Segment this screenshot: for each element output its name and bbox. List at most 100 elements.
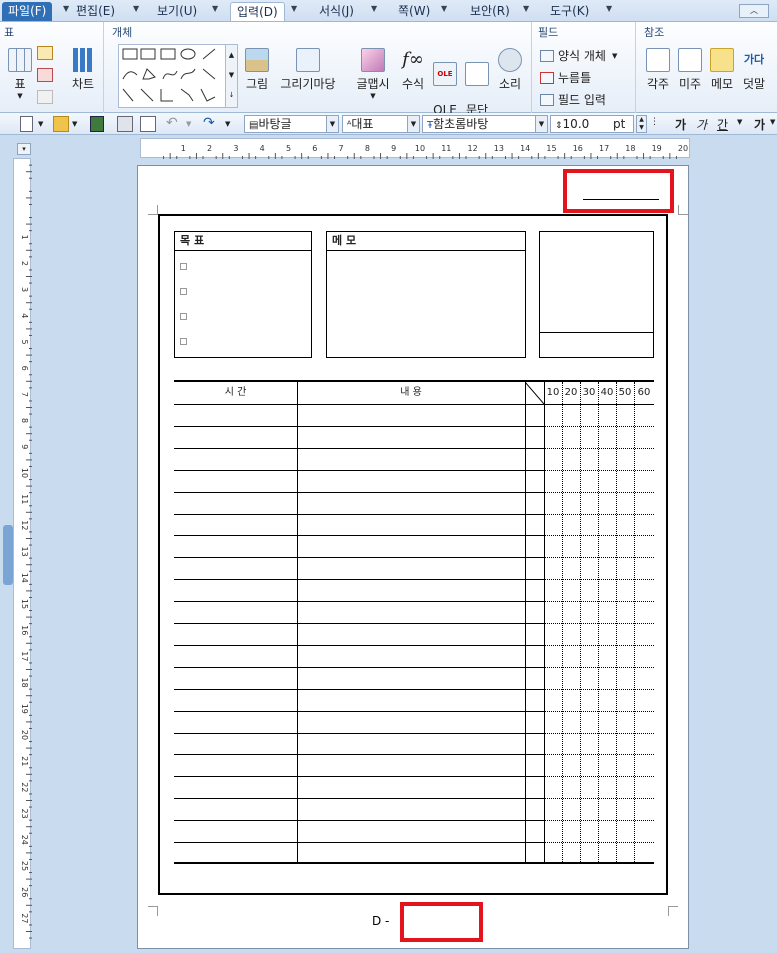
chevron-down-icon[interactable]: ▼ xyxy=(225,116,233,132)
textart-button[interactable]: 글맵시 ▼ xyxy=(352,48,394,100)
menu-format[interactable]: 서식(J) xyxy=(313,2,360,21)
chevron-down-icon[interactable]: ▼ xyxy=(72,116,80,132)
overlay-text-button[interactable]: 가다 덧말 xyxy=(739,48,769,92)
table-row[interactable] xyxy=(174,820,525,842)
chevron-down-icon[interactable]: ▼ xyxy=(770,118,775,126)
menu-view[interactable]: 보기(U) xyxy=(151,2,203,21)
table-row[interactable] xyxy=(174,579,525,601)
table-row[interactable] xyxy=(174,733,525,755)
chevron-down-icon[interactable]: ▼ xyxy=(737,118,742,126)
minute-row-line xyxy=(544,425,654,427)
goal-title: 목 표 xyxy=(175,232,311,251)
table-row[interactable] xyxy=(174,470,525,492)
chevron-down-icon[interactable]: ▼ xyxy=(63,4,69,13)
vertical-ruler[interactable]: 1 2 3 4 5 6 7 8 9 10 11 12 13 14 15 16 17 18 19 20 21 22 23 24 2… xyxy=(13,158,32,949)
endnote-button[interactable]: 미주 xyxy=(676,48,704,92)
table-row[interactable] xyxy=(174,404,525,426)
chevron-down-icon[interactable]: ▼ xyxy=(441,4,447,13)
picture-button[interactable]: 그림 xyxy=(242,48,272,92)
menu-page[interactable]: 쪽(W) xyxy=(392,2,436,21)
table-grid-icon[interactable] xyxy=(37,90,53,104)
ruler-corner-button[interactable]: ▾ xyxy=(17,143,31,155)
table-row[interactable] xyxy=(174,711,525,733)
chevron-down-icon[interactable]: ▼ xyxy=(523,4,529,13)
sound-button[interactable]: 소리 xyxy=(494,48,526,92)
table-row[interactable] xyxy=(174,557,525,579)
language-select[interactable]: ᴬ대표 ▼ xyxy=(342,115,420,133)
shapes-gallery[interactable]: ▲ ▼ ↓ xyxy=(118,44,238,108)
table-row[interactable] xyxy=(174,492,525,514)
table-row[interactable] xyxy=(174,623,525,645)
chevron-down-icon[interactable]: ▼ xyxy=(212,4,218,13)
chart-button[interactable]: 차트 xyxy=(66,48,100,92)
side-panel-handle[interactable] xyxy=(3,525,13,585)
table-row[interactable] xyxy=(174,514,525,536)
horizontal-ruler[interactable]: 1 2 3 4 5 6 7 8 9 10 11 12 13 14 15 16 17 18 19 20 xyxy=(140,138,690,159)
open-folder-icon[interactable] xyxy=(53,116,69,132)
checkbox[interactable] xyxy=(180,263,187,270)
formula-button[interactable]: f∞ 수식 xyxy=(398,48,428,92)
table-row[interactable] xyxy=(174,754,525,776)
table-row[interactable] xyxy=(174,667,525,689)
table-row[interactable] xyxy=(174,798,525,820)
save-icon[interactable] xyxy=(90,116,104,132)
print-preview-icon[interactable] xyxy=(140,116,156,132)
table-row[interactable] xyxy=(174,842,525,864)
highlight-date-box xyxy=(563,169,674,213)
menu-security[interactable]: 보안(R) xyxy=(464,2,516,21)
chevron-down-icon[interactable]: ▼ xyxy=(133,4,139,13)
underline-button[interactable]: 간 xyxy=(717,116,728,133)
field-input-button[interactable]: 필드 입력 xyxy=(540,91,606,108)
bold-button[interactable]: 가 xyxy=(675,116,686,133)
form-object-button[interactable]: 양식 개체 ▼ xyxy=(540,47,617,64)
font-select[interactable]: Ŧ함초롬바탕 ▼ xyxy=(422,115,548,133)
draw-gallery-button[interactable]: 그리기마당 xyxy=(276,48,340,92)
menu-edit[interactable]: 편집(E) xyxy=(70,2,121,21)
footnote-button[interactable]: 각주 xyxy=(644,48,672,92)
chevron-down-icon[interactable]: ▼ xyxy=(38,116,46,132)
memo-box[interactable]: 메 모 xyxy=(326,231,526,358)
redo-icon[interactable]: ↷ xyxy=(203,116,219,132)
font-size-input[interactable]: ⇕10.0 pt xyxy=(550,115,634,133)
chevron-down-icon[interactable]: ▼ xyxy=(371,4,377,13)
table-row[interactable] xyxy=(174,689,525,711)
style-select[interactable]: ▤바탕글 ▼ xyxy=(244,115,339,133)
gallery-scroll[interactable]: ▲ ▼ ↓ xyxy=(225,45,237,107)
undo-icon[interactable]: ↶ xyxy=(166,116,182,132)
checkbox[interactable] xyxy=(180,313,187,320)
photo-box[interactable] xyxy=(539,231,654,358)
table-row[interactable] xyxy=(174,426,525,448)
chevron-down-icon[interactable]: ▼ xyxy=(291,4,297,13)
click-here-button[interactable]: 누름틀 xyxy=(540,69,591,86)
table-draw-icon[interactable] xyxy=(37,46,53,60)
menu-tools[interactable]: 도구(K) xyxy=(544,2,595,21)
strikeout-button[interactable]: 가 xyxy=(754,116,765,133)
minute-header-20: 20 xyxy=(564,387,578,398)
group-label: 참조 xyxy=(644,26,665,39)
table-row[interactable] xyxy=(174,535,525,557)
new-document-icon[interactable] xyxy=(20,116,33,132)
ribbon-collapse-button[interactable]: ︿ xyxy=(739,4,769,18)
checkbox[interactable] xyxy=(180,288,187,295)
date-underline[interactable] xyxy=(583,199,659,200)
chevron-down-icon: ▼ xyxy=(370,92,376,100)
table-row[interactable] xyxy=(174,601,525,623)
menu-insert[interactable]: 입력(D) xyxy=(230,2,285,21)
chevron-down-icon[interactable]: ▼ xyxy=(606,4,612,13)
table-row[interactable] xyxy=(174,776,525,798)
checkbox[interactable] xyxy=(180,338,187,345)
print-icon[interactable] xyxy=(117,116,133,132)
minute-row-line xyxy=(544,601,654,603)
formula-icon: f∞ xyxy=(402,49,424,70)
table-row[interactable] xyxy=(174,645,525,667)
font-size-stepper[interactable]: ▲ ▼ xyxy=(636,115,647,133)
table-erase-icon[interactable] xyxy=(37,68,53,82)
menu-file[interactable]: 파일(F) xyxy=(2,2,53,21)
memo-icon xyxy=(710,48,734,72)
italic-button[interactable]: 가 xyxy=(696,116,707,133)
chevron-down-icon[interactable]: ▼ xyxy=(186,116,194,132)
table-button[interactable]: 표 ▼ xyxy=(6,48,34,100)
memo-button[interactable]: 메모 xyxy=(708,48,736,92)
table-row[interactable] xyxy=(174,448,525,470)
ruler-label: 3 xyxy=(20,287,29,292)
